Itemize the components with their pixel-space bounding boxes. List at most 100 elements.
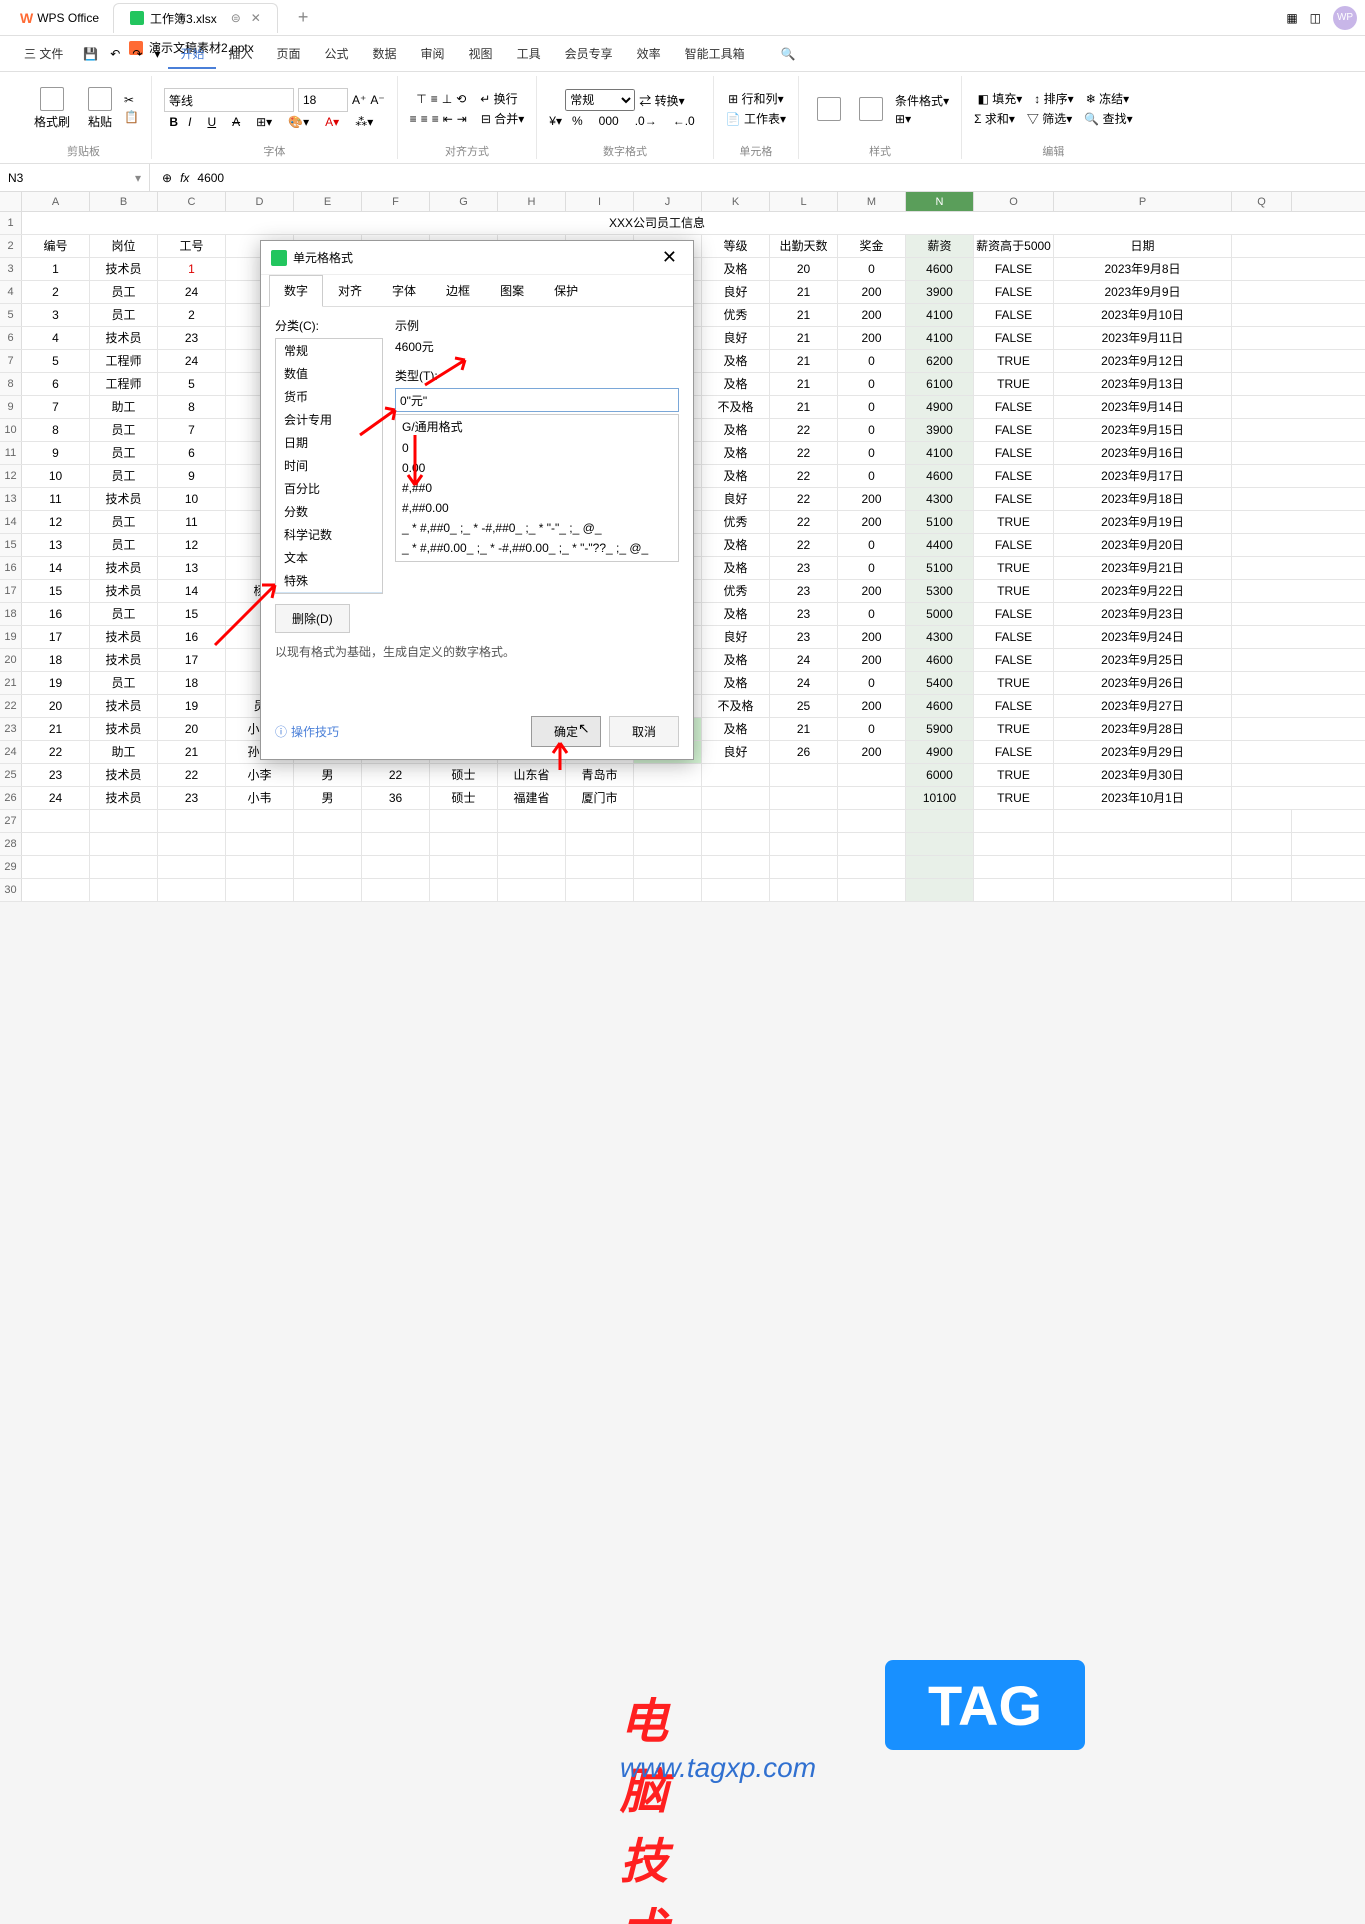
cond-format-button[interactable]: 条件格式▾ <box>895 92 949 109</box>
data-cell[interactable] <box>770 879 838 901</box>
column-header[interactable]: H <box>498 192 566 211</box>
data-cell[interactable]: 0 <box>838 718 906 740</box>
wrap-button[interactable]: ↵ 换行 <box>480 90 517 107</box>
data-cell[interactable] <box>1232 833 1292 855</box>
row-header[interactable]: 20 <box>0 649 22 671</box>
data-cell[interactable] <box>974 833 1054 855</box>
row-header[interactable]: 24 <box>0 741 22 763</box>
data-cell[interactable]: 助工 <box>90 741 158 763</box>
new-tab-button[interactable]: + <box>282 3 325 33</box>
data-cell[interactable]: 5300 <box>906 580 974 602</box>
rowcol-button[interactable]: ⊞ 行和列▾ <box>728 90 783 107</box>
data-cell[interactable]: 20 <box>22 695 90 717</box>
category-item[interactable]: 文本 <box>276 546 382 569</box>
data-cell[interactable]: 工程师 <box>90 373 158 395</box>
data-cell[interactable] <box>90 879 158 901</box>
row-header[interactable]: 13 <box>0 488 22 510</box>
data-cell[interactable] <box>838 833 906 855</box>
row-header[interactable]: 19 <box>0 626 22 648</box>
data-cell[interactable] <box>906 810 974 832</box>
sum-button[interactable]: Σ 求和▾ <box>974 110 1015 127</box>
column-header[interactable]: K <box>702 192 770 211</box>
data-cell[interactable]: 福建省 <box>498 787 566 809</box>
column-header[interactable]: O <box>974 192 1054 211</box>
dialog-tab-边框[interactable]: 边框 <box>431 275 485 306</box>
data-cell[interactable]: FALSE <box>974 258 1054 280</box>
data-cell[interactable]: 及格 <box>702 419 770 441</box>
data-cell[interactable]: 不及格 <box>702 695 770 717</box>
indent-dec-icon[interactable]: ⇤ <box>443 112 453 126</box>
bold-button[interactable]: B <box>169 115 178 129</box>
data-cell[interactable]: 良好 <box>702 281 770 303</box>
data-cell[interactable]: 22 <box>22 741 90 763</box>
data-cell[interactable]: 21 <box>770 350 838 372</box>
data-cell[interactable] <box>634 787 702 809</box>
data-cell[interactable]: 21 <box>770 327 838 349</box>
data-cell[interactable]: TRUE <box>974 350 1054 372</box>
data-cell[interactable] <box>566 833 634 855</box>
percent-icon[interactable]: % <box>566 114 589 128</box>
data-cell[interactable]: 优秀 <box>702 304 770 326</box>
row-header[interactable]: 21 <box>0 672 22 694</box>
merge-button[interactable]: ⊟ 合并▾ <box>481 110 524 127</box>
row-header[interactable]: 15 <box>0 534 22 556</box>
menu-视图[interactable]: 视图 <box>457 41 505 67</box>
type-item[interactable]: 0 <box>396 438 678 458</box>
data-cell[interactable] <box>702 764 770 786</box>
row-header[interactable]: 10 <box>0 419 22 441</box>
data-cell[interactable]: 4400 <box>906 534 974 556</box>
header-cell[interactable]: 编号 <box>22 235 90 257</box>
data-cell[interactable]: 助工 <box>90 396 158 418</box>
data-cell[interactable]: TRUE <box>974 373 1054 395</box>
data-cell[interactable]: 5 <box>158 373 226 395</box>
data-cell[interactable]: 23 <box>770 557 838 579</box>
data-cell[interactable]: 及格 <box>702 350 770 372</box>
data-cell[interactable] <box>294 856 362 878</box>
header-cell[interactable]: 等级 <box>702 235 770 257</box>
phonetic-button[interactable]: ⁂▾ <box>349 115 379 129</box>
data-cell[interactable] <box>838 856 906 878</box>
data-cell[interactable]: 男 <box>294 764 362 786</box>
data-cell[interactable]: 2023年9月22日 <box>1054 580 1232 602</box>
data-cell[interactable] <box>906 856 974 878</box>
more-icon[interactable]: ▾ <box>150 47 164 61</box>
close-icon[interactable]: ✕ <box>656 247 683 268</box>
data-cell[interactable]: 员工 <box>90 465 158 487</box>
data-cell[interactable]: 山东省 <box>498 764 566 786</box>
data-cell[interactable]: 7 <box>22 396 90 418</box>
undo-icon[interactable]: ↶ <box>106 47 124 61</box>
data-cell[interactable]: 及格 <box>702 373 770 395</box>
data-cell[interactable]: 技术员 <box>90 649 158 671</box>
data-cell[interactable]: FALSE <box>974 534 1054 556</box>
data-cell[interactable]: 员工 <box>90 603 158 625</box>
data-cell[interactable]: 24 <box>770 649 838 671</box>
row-header[interactable]: 14 <box>0 511 22 533</box>
copy-icon[interactable]: 📋 <box>124 110 139 124</box>
data-cell[interactable] <box>702 810 770 832</box>
data-cell[interactable]: 及格 <box>702 258 770 280</box>
data-cell[interactable]: 20 <box>770 258 838 280</box>
data-cell[interactable]: 16 <box>22 603 90 625</box>
data-cell[interactable]: 2 <box>22 281 90 303</box>
column-header[interactable]: G <box>430 192 498 211</box>
data-cell[interactable]: 23 <box>770 580 838 602</box>
save-icon[interactable]: 💾 <box>79 47 102 61</box>
cancel-button[interactable]: 取消 <box>609 716 679 747</box>
data-cell[interactable]: 12 <box>22 511 90 533</box>
header-cell[interactable]: 奖金 <box>838 235 906 257</box>
data-cell[interactable] <box>22 833 90 855</box>
data-cell[interactable]: 2023年9月15日 <box>1054 419 1232 441</box>
data-cell[interactable] <box>1054 856 1232 878</box>
header-cell[interactable]: 工号 <box>158 235 226 257</box>
data-cell[interactable]: 21 <box>770 718 838 740</box>
data-cell[interactable]: 及格 <box>702 465 770 487</box>
data-cell[interactable] <box>22 879 90 901</box>
data-cell[interactable] <box>1054 879 1232 901</box>
data-cell[interactable]: 200 <box>838 488 906 510</box>
row-header[interactable]: 7 <box>0 350 22 372</box>
orient-icon[interactable]: ⟲ <box>456 92 466 106</box>
data-cell[interactable]: 及格 <box>702 557 770 579</box>
data-cell[interactable] <box>90 833 158 855</box>
column-header[interactable]: E <box>294 192 362 211</box>
column-header[interactable]: I <box>566 192 634 211</box>
